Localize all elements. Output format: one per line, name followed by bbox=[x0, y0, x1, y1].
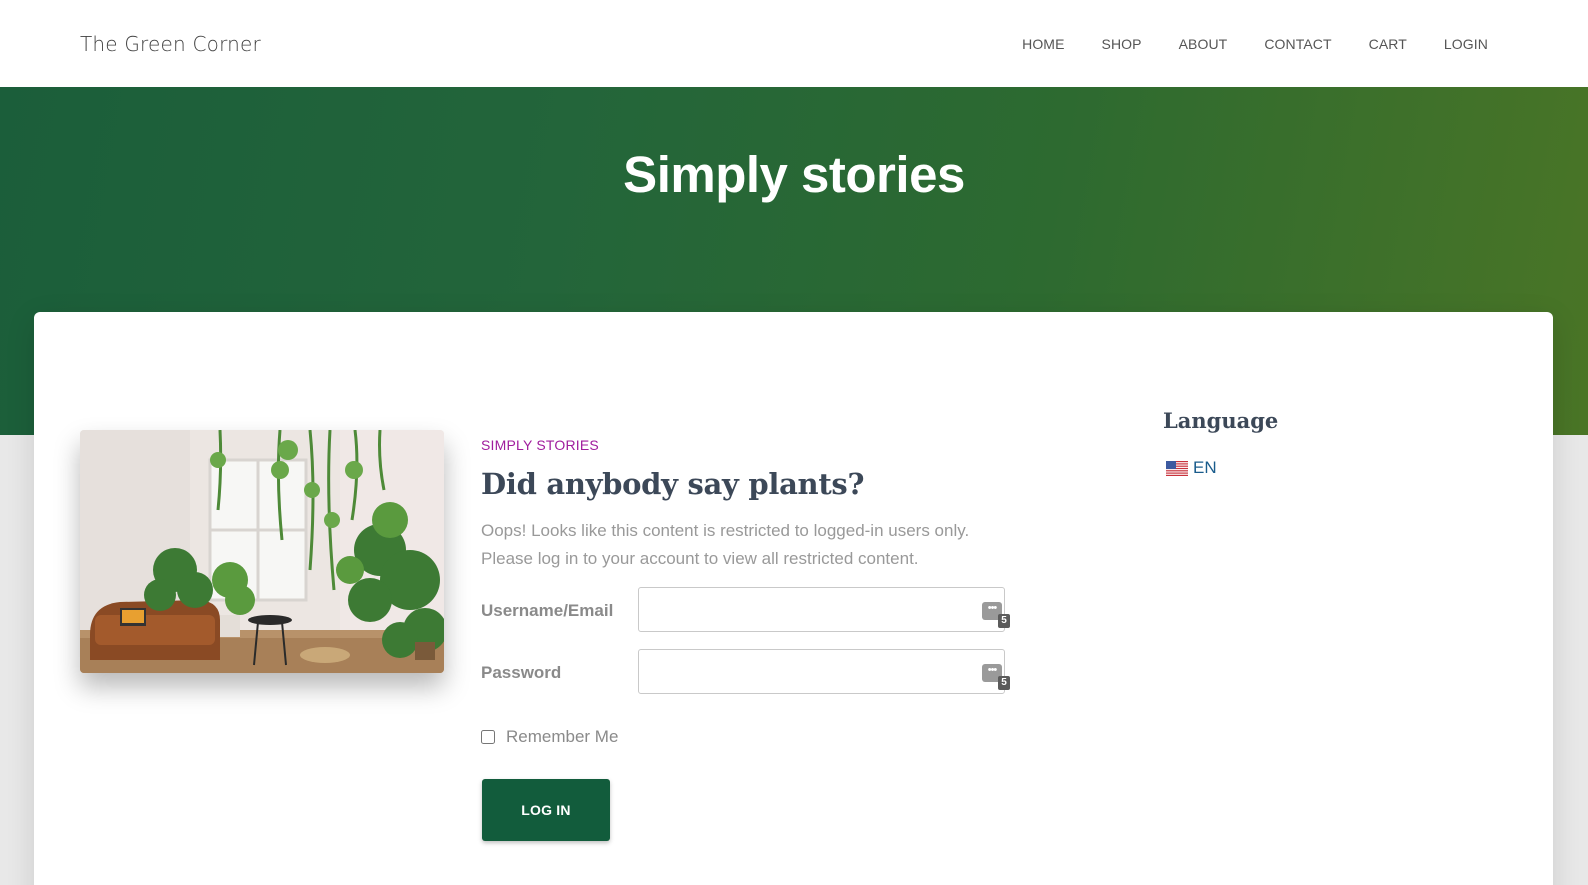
post-thumbnail-image[interactable] bbox=[80, 430, 444, 673]
password-manager-badge-password[interactable]: ••• 5 bbox=[982, 664, 1012, 692]
hero-title: Simply stories bbox=[623, 146, 965, 203]
password-manager-badge-username[interactable]: ••• 5 bbox=[982, 602, 1012, 630]
post-content: SIMPLY STORIES Did anybody say plants? O… bbox=[481, 437, 1041, 841]
remember-me-checkbox[interactable] bbox=[481, 730, 495, 744]
post-category-label[interactable]: SIMPLY STORIES bbox=[481, 437, 1041, 453]
password-row: Password ••• 5 bbox=[481, 649, 1041, 725]
nav-item-contact[interactable]: CONTACT bbox=[1264, 36, 1331, 52]
nav-item-shop[interactable]: SHOP bbox=[1102, 36, 1142, 52]
remember-me-label[interactable]: Remember Me bbox=[506, 727, 618, 747]
password-label: Password bbox=[481, 663, 562, 682]
username-email-field[interactable] bbox=[638, 587, 1005, 632]
nav-item-login[interactable]: LOGIN bbox=[1444, 36, 1488, 52]
password-manager-count: 5 bbox=[998, 676, 1010, 690]
nav-item-cart[interactable]: CART bbox=[1369, 36, 1407, 52]
password-manager-count: 5 bbox=[998, 614, 1010, 628]
restricted-notice-line1: Oops! Looks like this content is restric… bbox=[481, 521, 970, 540]
post-title: Did anybody say plants? bbox=[481, 467, 865, 501]
remember-me-row: Remember Me bbox=[481, 727, 1041, 747]
restricted-notice-line2: Please log in to your account to view al… bbox=[481, 549, 919, 568]
restricted-notice: Oops! Looks like this content is restric… bbox=[481, 517, 1041, 573]
living-room-plants-illustration bbox=[80, 430, 444, 673]
language-code-label: EN bbox=[1193, 458, 1217, 477]
nav-item-home[interactable]: HOME bbox=[1022, 36, 1064, 52]
nav-item-about[interactable]: ABOUT bbox=[1179, 36, 1228, 52]
language-switcher-en[interactable]: EN bbox=[1166, 458, 1463, 478]
language-widget-title: Language bbox=[1163, 408, 1279, 433]
main-nav: HOME SHOP ABOUT CONTACT CART LOGIN bbox=[985, 36, 1488, 52]
content-card: SIMPLY STORIES Did anybody say plants? O… bbox=[34, 312, 1553, 885]
site-brand-link[interactable]: The Green Corner bbox=[80, 32, 261, 56]
password-field[interactable] bbox=[638, 649, 1005, 694]
us-flag-icon bbox=[1166, 460, 1188, 476]
login-form: Username/Email ••• 5 Password ••• 5 Reme… bbox=[481, 587, 1041, 841]
top-navbar: The Green Corner HOME SHOP ABOUT CONTACT… bbox=[0, 0, 1588, 87]
sidebar: Language EN bbox=[1163, 408, 1463, 478]
login-submit-button[interactable]: LOG IN bbox=[482, 779, 610, 841]
username-label: Username/Email bbox=[481, 601, 614, 620]
